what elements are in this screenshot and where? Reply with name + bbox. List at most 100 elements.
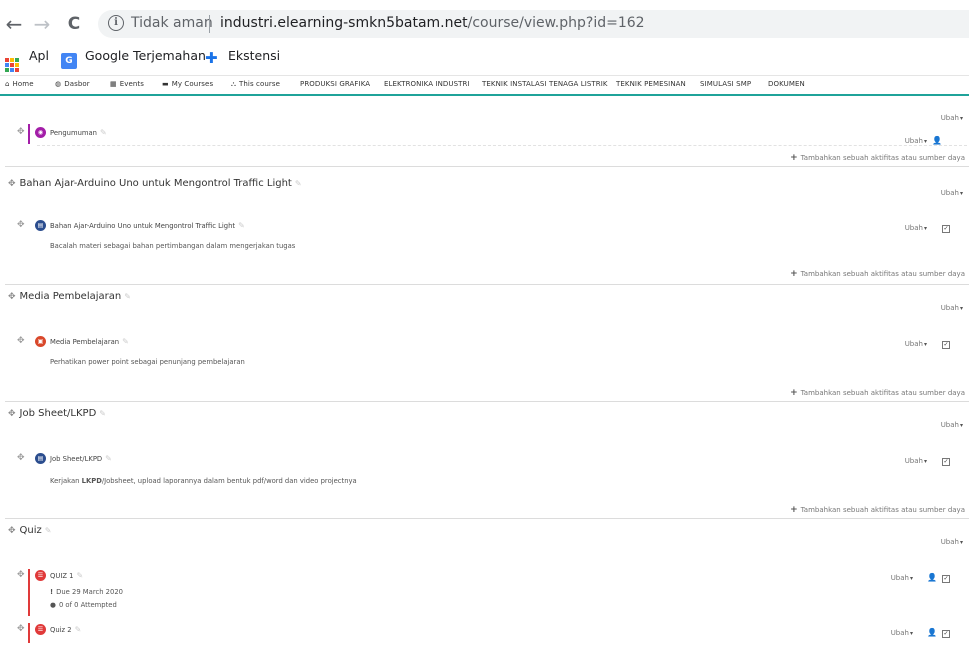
pencil-icon[interactable]: ✎ [75,625,82,634]
nav-teknik-pemesinan[interactable]: TEKNIK PEMESINAN [616,80,686,88]
person-icon[interactable]: 👤 [927,628,937,637]
address-bar[interactable]: i Tidak aman industri.elearning-smkn5bat… [98,10,969,38]
activity-quiz-1: ✥ ☰ QUIZ 1✎ Ubah 👤 ✓ !Due 29 March 2020 … [17,569,967,618]
completion-checkbox-icon[interactable]: ✓ [942,630,950,638]
section-edit-menu[interactable]: Ubah [941,421,963,429]
nav-events[interactable]: ▦ Events [110,80,144,88]
move-icon[interactable]: ✥ [8,179,16,189]
activity-link[interactable]: QUIZ 1 ✎ [50,571,83,580]
section-edit-menu[interactable]: Ubah [941,189,963,197]
activity-description: Perhatikan power point sebagai penunjang… [50,358,245,366]
section-title: ✥ Media Pembelajaran ✎ [8,291,131,302]
bookmark-google-translate[interactable]: G Google Terjemahan [61,47,206,69]
site-navbar: ⌂ Home ◍ Dasbor ▦ Events ▬ My Courses ⛬ This … [0,75,969,96]
desc-text: Kerjakan [50,477,82,485]
activity-edit-menu[interactable]: Ubah [891,629,913,637]
section-edit-menu[interactable]: Ubah [941,114,963,122]
nav-produksi-grafika[interactable]: PRODUKSI GRAFIKA [300,80,370,88]
activity-edit-menu[interactable]: Ubah [905,224,927,232]
activity-edit-menu[interactable]: Ubah [905,340,927,348]
quiz-icon: ☰ [35,624,46,635]
section-edit-menu[interactable]: Ubah [941,304,963,312]
activity-link[interactable]: Job Sheet/LKPD ✎ [50,454,112,463]
bookmark-apps[interactable]: Apl [5,47,49,72]
section-title-text[interactable]: Bahan Ajar-Arduino Uno untuk Mengontrol … [20,178,292,189]
nav-my-courses[interactable]: ▬ My Courses [162,80,213,88]
move-icon[interactable]: ✥ [17,220,25,230]
bookmark-extensions[interactable]: ✚ Ekstensi [205,47,281,66]
nav-elektronika-industri[interactable]: ELEKTRONIKA INDUSTRI [384,80,470,88]
pencil-icon[interactable]: ✎ [295,179,302,188]
pencil-icon[interactable]: ✎ [76,571,83,580]
activity-edit-menu[interactable]: Ubah [905,137,927,145]
activity-link[interactable]: Pengumuman ✎ [50,128,107,137]
attempts-text: 0 of 0 Attempted [58,601,117,609]
pencil-icon[interactable]: ✎ [45,526,52,535]
move-icon[interactable]: ✥ [8,292,16,302]
move-icon[interactable]: ✥ [8,526,16,536]
nav-this-course[interactable]: ⛬ This course [231,80,280,89]
reload-button[interactable]: C [62,12,86,36]
pencil-icon[interactable]: ✎ [100,128,107,137]
apps-grid-icon [5,58,19,72]
nav-label: Home [12,80,34,88]
completion-checkbox-icon[interactable]: ✓ [942,225,950,233]
add-activity-link[interactable]: + Tambahkan sebuah aktifitas atau sumber … [790,505,965,515]
move-icon[interactable]: ✥ [8,409,16,419]
activity-description: Bacalah materi sebagai bahan pertimbanga… [50,242,296,250]
pencil-icon[interactable]: ✎ [105,454,112,463]
activity-edit-menu[interactable]: Ubah [891,574,913,582]
nav-dokumen[interactable]: DOKUMEN [768,80,805,88]
info-icon[interactable]: i [108,15,124,31]
move-icon[interactable]: ✥ [17,127,25,137]
nav-home[interactable]: ⌂ Home [5,80,34,88]
security-warning: Tidak aman [131,15,213,31]
bookmark-label: Google Terjemahan [85,48,206,63]
forward-button[interactable]: → [30,12,54,36]
pencil-icon[interactable]: ✎ [124,292,131,301]
completion-checkbox-icon[interactable]: ✓ [942,575,950,583]
completion-checkbox-icon[interactable]: ✓ [942,458,950,466]
nav-label: Events [119,80,145,88]
divider [37,145,967,146]
bookmark-label: Ekstensi [228,48,281,63]
nav-simulasi-smp[interactable]: SIMULASI SMP [700,80,751,88]
person-icon[interactable]: 👤 [927,573,937,582]
add-activity-link[interactable]: + Tambahkan sebuah aktifitas atau sumber … [790,269,965,279]
due-date-text: Due 29 March 2020 [56,588,123,596]
bookmark-label: Apl [29,48,49,63]
section-title-text[interactable]: Quiz [20,525,42,536]
pencil-icon[interactable]: ✎ [122,337,129,346]
course-section-bahan-ajar: ✥ Bahan Ajar-Arduino Uno untuk Mengontrol… [5,167,969,285]
nav-teknik-instalasi[interactable]: TEKNIK INSTALASI TENAGA LISTRIK [482,80,608,88]
attempts-summary[interactable]: ● 0 of 0 Attempted [50,601,117,609]
pencil-icon[interactable]: ✎ [99,409,106,418]
section-edit-menu[interactable]: Ubah [941,538,963,546]
activity-description: Kerjakan LKPD/Jobsheet, upload laporanny… [50,477,357,485]
navigation-row: ← → C i Tidak aman industri.elearning-sm… [0,8,969,40]
add-activity-link[interactable]: + Tambahkan sebuah aktifitas atau sumber … [790,388,965,398]
activity-link[interactable]: Quiz 2 ✎ [50,625,81,634]
url-text[interactable]: industri.elearning-smkn5batam.net/course… [220,15,645,31]
course-content: Ubah ✥ ◉ Pengumuman✎ Ubah 👤 +Tambahkan s… [0,96,969,649]
completion-checkbox-icon[interactable]: ✓ [942,341,950,349]
move-icon[interactable]: ✥ [17,336,25,346]
back-button[interactable]: ← [2,12,26,36]
activity-link[interactable]: Bahan Ajar-Arduino Uno untuk Mengontrol … [50,221,245,230]
section-title-text[interactable]: Job Sheet/LKPD [20,408,97,419]
pencil-icon[interactable]: ✎ [238,221,245,230]
add-activity-link[interactable]: + Tambahkan sebuah aktifitas atau sumber … [790,153,965,163]
activity-edit-menu[interactable]: Ubah [905,457,927,465]
move-icon[interactable]: ✥ [17,453,25,463]
move-icon[interactable]: ✥ [17,570,25,580]
nav-label: This course [239,80,281,88]
person-icon[interactable]: 👤 [932,136,942,145]
section-title: ✥ Job Sheet/LKPD ✎ [8,408,106,419]
add-activity-label: Tambahkan sebuah aktifitas atau sumber d… [800,270,965,278]
activity-job-sheet: ✥ ▤ Job Sheet/LKPD✎ Ubah ✓ Kerjakan LKPD… [17,453,967,493]
activity-link[interactable]: Media Pembelajaran ✎ [50,337,129,346]
section-title-text[interactable]: Media Pembelajaran [20,291,122,302]
move-icon[interactable]: ✥ [17,624,25,634]
nav-dasbor[interactable]: ◍ Dasbor [55,80,90,88]
activity-quiz-2: ✥ ☰ Quiz 2✎ Ubah 👤 ✓ [17,623,967,644]
